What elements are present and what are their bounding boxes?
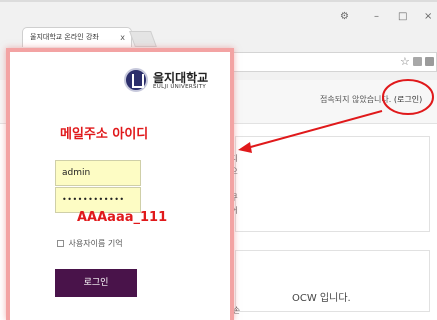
login-panel: 을지대학교 EULJI UNIVERSITY 메일주소 아이디 admin ••… [6, 48, 234, 320]
logo-english-name: EULJI UNIVERSITY [153, 84, 207, 90]
remember-username[interactable]: 사용자이름 기억 [57, 238, 123, 249]
screenshot: 울지대학교 온라인 강좌 x ⚙ – □ × ☆ 접속되지 않았습니다. (로그… [0, 0, 437, 320]
not-logged-in-text: 접속되지 않았습니다. [320, 95, 392, 104]
university-logo: 을지대학교 EULJI UNIVERSITY [124, 68, 214, 94]
browser-top-border [0, 0, 437, 2]
browser-tab[interactable]: 울지대학교 온라인 강좌 x [22, 27, 132, 47]
login-status: 접속되지 않았습니다. (로그인) [320, 94, 422, 105]
tab-title: 울지대학교 온라인 강좌 [30, 33, 99, 41]
close-window-icon[interactable]: × [424, 11, 432, 22]
password-annotation: AAAaaa_111 [77, 210, 168, 225]
user-icon[interactable]: ⚙ [340, 11, 349, 22]
extension-icon[interactable] [413, 57, 422, 66]
maximize-icon[interactable]: □ [398, 11, 407, 22]
new-tab-button[interactable] [129, 31, 157, 47]
login-button[interactable]: 로그인 [55, 269, 137, 297]
login-link[interactable]: (로그인) [394, 95, 422, 104]
ocw-text: OCW 입니다. [292, 293, 351, 304]
username-input[interactable]: admin [55, 160, 141, 186]
star-icon[interactable]: ☆ [400, 55, 410, 68]
extension-icon[interactable] [425, 57, 434, 66]
remember-label: 사용자이름 기억 [68, 239, 123, 248]
remember-checkbox[interactable] [57, 240, 64, 247]
email-id-annotation: 메일주소 아이디 [60, 127, 149, 142]
university-seal-icon [124, 68, 148, 92]
tab-close-icon[interactable]: x [120, 28, 125, 47]
minimize-icon[interactable]: – [374, 11, 379, 22]
